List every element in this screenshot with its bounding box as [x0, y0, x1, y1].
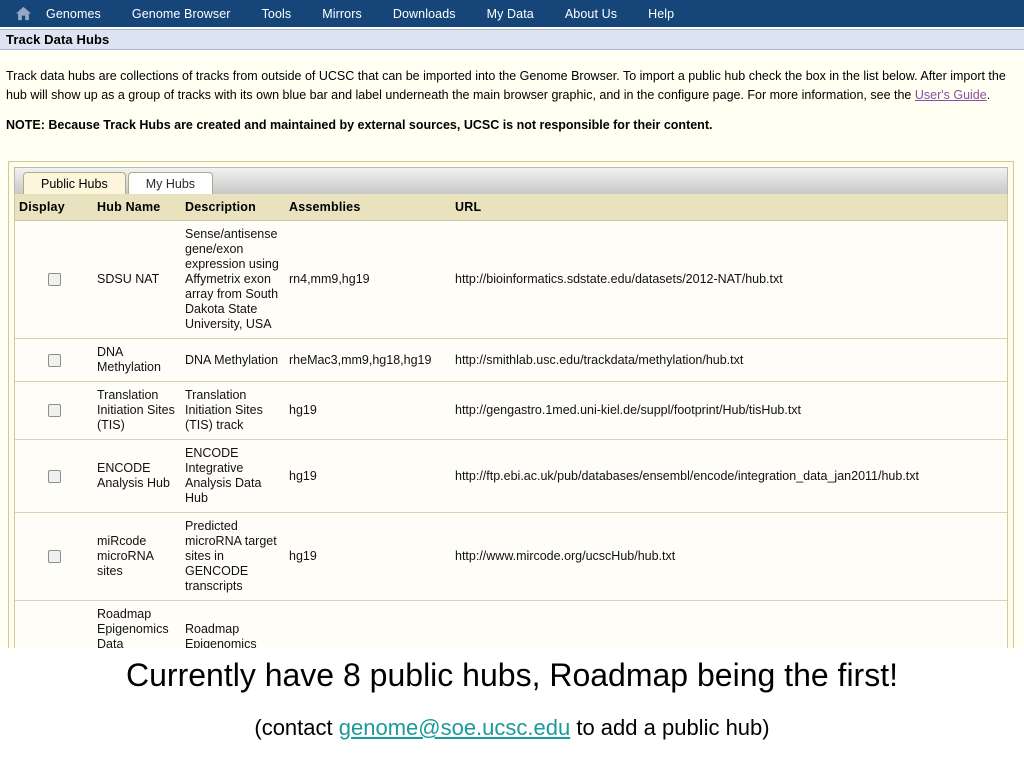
- caption-headline: Currently have 8 public hubs, Roadmap be…: [0, 654, 1024, 696]
- hub-url-cell: http://smithlab.usc.edu/trackdata/methyl…: [451, 339, 1007, 382]
- tab-my-hubs[interactable]: My Hubs: [128, 172, 213, 194]
- nav-item-help[interactable]: Help: [648, 7, 674, 21]
- caption-sub-before: (contact: [254, 715, 338, 740]
- hub-assemblies-cell: hg19: [285, 382, 451, 440]
- caption-sub-after: to add a public hub): [570, 715, 769, 740]
- hub-url-cell: http://ftp.ebi.ac.uk/pub/databases/ensem…: [451, 440, 1007, 513]
- hub-description-cell: Translation Initiation Sites (TIS) track: [181, 382, 285, 440]
- slide-caption: Currently have 8 public hubs, Roadmap be…: [0, 648, 1024, 768]
- display-cell: [15, 382, 93, 440]
- hub-assemblies-cell: hg19: [285, 440, 451, 513]
- nav-item-genome-browser[interactable]: Genome Browser: [132, 7, 231, 21]
- table-row: miRcode microRNA sites Predicted microRN…: [15, 513, 1007, 601]
- table-row: SDSU NAT Sense/antisense gene/exon expre…: [15, 221, 1007, 339]
- hub-table-container: Display Hub Name Description Assemblies …: [14, 194, 1008, 719]
- table-row: DNA Methylation DNA Methylation rheMac3,…: [15, 339, 1007, 382]
- note-text: NOTE: Because Track Hubs are created and…: [0, 105, 1024, 132]
- display-cell: [15, 339, 93, 382]
- hub-checkbox[interactable]: [48, 550, 61, 563]
- hub-url-cell: http://bioinformatics.sdstate.edu/datase…: [451, 221, 1007, 339]
- intro-text-part1: Track data hubs are collections of track…: [6, 69, 1006, 102]
- nav-item-downloads[interactable]: Downloads: [393, 7, 456, 21]
- hub-name-cell: SDSU NAT: [93, 221, 181, 339]
- table-body: SDSU NAT Sense/antisense gene/exon expre…: [15, 221, 1007, 719]
- hub-name-cell: ENCODE Analysis Hub: [93, 440, 181, 513]
- hub-name-cell: DNA Methylation: [93, 339, 181, 382]
- hub-description-cell: DNA Methylation: [181, 339, 285, 382]
- intro-text-part2: .: [987, 88, 990, 102]
- tab-public-hubs[interactable]: Public Hubs: [23, 172, 126, 194]
- public-hubs-table: Display Hub Name Description Assemblies …: [15, 194, 1007, 719]
- table-header: Display Hub Name Description Assemblies …: [15, 194, 1007, 221]
- hub-description-cell: Predicted microRNA target sites in GENCO…: [181, 513, 285, 601]
- column-header-description: Description: [181, 194, 285, 221]
- table-row: ENCODE Analysis Hub ENCODE Integrative A…: [15, 440, 1007, 513]
- page-title: Track Data Hubs: [0, 32, 109, 47]
- hub-url-cell: http://www.mircode.org/ucscHub/hub.txt: [451, 513, 1007, 601]
- contact-email-link[interactable]: genome@soe.ucsc.edu: [339, 715, 570, 740]
- table-header-row: Display Hub Name Description Assemblies …: [15, 194, 1007, 221]
- nav-item-tools[interactable]: Tools: [262, 7, 292, 21]
- hub-panel: Public Hubs My Hubs Display H: [8, 161, 1014, 648]
- hub-name-cell: Translation Initiation Sites (TIS): [93, 382, 181, 440]
- hub-description-cell: ENCODE Integrative Analysis Data Hub: [181, 440, 285, 513]
- users-guide-link[interactable]: User's Guide: [915, 88, 987, 102]
- hub-assemblies-cell: hg19: [285, 513, 451, 601]
- column-header-display: Display: [15, 194, 93, 221]
- display-cell: [15, 221, 93, 339]
- hub-url-cell: http://gengastro.1med.uni-kiel.de/suppl/…: [451, 382, 1007, 440]
- column-header-url: URL: [451, 194, 1007, 221]
- tab-strip: Public Hubs My Hubs: [14, 167, 1008, 194]
- page-root: Genomes Genome Browser Tools Mirrors Dow…: [0, 0, 1024, 768]
- column-header-assemblies: Assemblies: [285, 194, 451, 221]
- nav-item-mirrors[interactable]: Mirrors: [322, 7, 362, 21]
- hub-checkbox[interactable]: [48, 404, 61, 417]
- display-cell: [15, 440, 93, 513]
- intro-paragraph: Track data hubs are collections of track…: [0, 51, 1024, 105]
- hub-assemblies-cell: rn4,mm9,hg19: [285, 221, 451, 339]
- nav-item-my-data[interactable]: My Data: [487, 7, 534, 21]
- page-title-bar: Track Data Hubs: [0, 29, 1024, 50]
- table-row: Translation Initiation Sites (TIS) Trans…: [15, 382, 1007, 440]
- hub-checkbox[interactable]: [48, 354, 61, 367]
- hub-description-cell: Sense/antisense gene/exon expression usi…: [181, 221, 285, 339]
- nav-item-about-us[interactable]: About Us: [565, 7, 617, 21]
- home-icon: [15, 6, 32, 21]
- hub-name-cell: miRcode microRNA sites: [93, 513, 181, 601]
- column-header-hub-name: Hub Name: [93, 194, 181, 221]
- caption-subline: (contact genome@soe.ucsc.edu to add a pu…: [0, 714, 1024, 742]
- hub-checkbox[interactable]: [48, 273, 61, 286]
- main-content: Track data hubs are collections of track…: [0, 51, 1024, 648]
- home-button[interactable]: [0, 0, 46, 27]
- hub-assemblies-cell: rheMac3,mm9,hg18,hg19: [285, 339, 451, 382]
- display-cell: [15, 513, 93, 601]
- top-navigation-bar: Genomes Genome Browser Tools Mirrors Dow…: [0, 0, 1024, 27]
- hub-checkbox[interactable]: [48, 470, 61, 483]
- nav-item-genomes[interactable]: Genomes: [46, 7, 101, 21]
